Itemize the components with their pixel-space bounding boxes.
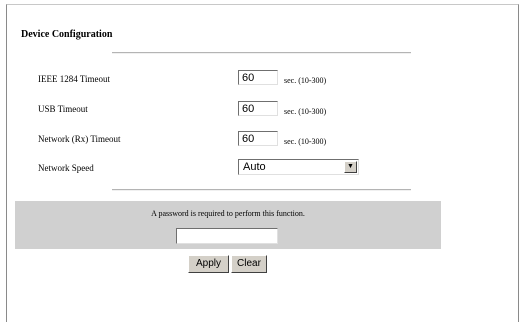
ieee1284-timeout-input[interactable]: 60	[238, 70, 278, 85]
divider-bottom	[112, 189, 411, 191]
ieee1284-timeout-range: sec. (10-300)	[284, 76, 327, 85]
password-prompt: A password is required to perform this f…	[151, 209, 305, 218]
chevron-down-icon[interactable]: ▼	[344, 161, 357, 173]
network-speed-label: Network Speed	[38, 163, 94, 173]
divider-top	[112, 52, 411, 54]
network-speed-value: Auto	[243, 161, 266, 173]
usb-timeout-input[interactable]: 60	[238, 101, 278, 116]
network-rx-timeout-label: Network (Rx) Timeout	[38, 134, 121, 144]
usb-timeout-label: USB Timeout	[38, 104, 88, 114]
network-rx-timeout-range: sec. (10-300)	[284, 137, 327, 146]
network-speed-select[interactable]: Auto ▼	[238, 159, 359, 175]
apply-button[interactable]: Apply	[188, 255, 229, 273]
usb-timeout-range: sec. (10-300)	[284, 107, 327, 116]
network-rx-timeout-input[interactable]: 60	[238, 131, 278, 146]
clear-button[interactable]: Clear	[231, 255, 267, 273]
page-title: Device Configuration	[21, 29, 113, 40]
password-input[interactable]	[176, 228, 278, 244]
ieee1284-timeout-label: IEEE 1284 Timeout	[38, 74, 111, 84]
